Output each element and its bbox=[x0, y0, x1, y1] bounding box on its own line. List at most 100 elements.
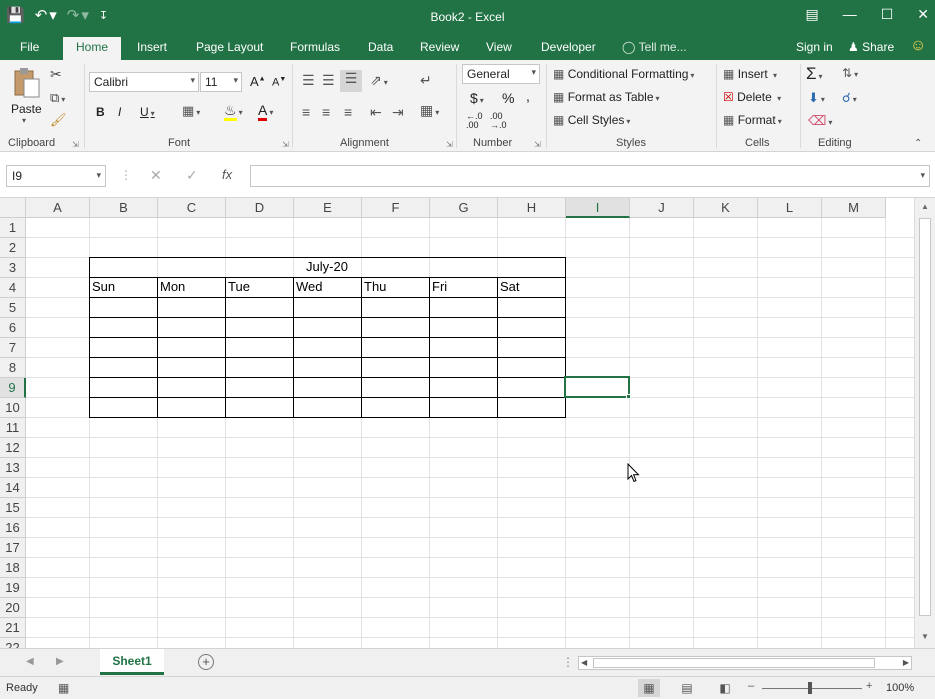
align-right-icon[interactable]: ≡ bbox=[344, 104, 352, 120]
paste-label[interactable]: Paste bbox=[11, 102, 42, 116]
fill-handle[interactable] bbox=[626, 394, 631, 399]
paste-dropdown-icon[interactable]: ▾ bbox=[22, 116, 26, 125]
underline-button[interactable]: U ▾ bbox=[140, 105, 155, 119]
increase-font-size-icon[interactable]: A▲ bbox=[250, 74, 266, 89]
row-header-1[interactable]: 1 bbox=[0, 218, 26, 238]
row-header-4[interactable]: 4 bbox=[0, 278, 26, 298]
row-header-5[interactable]: 5 bbox=[0, 298, 26, 318]
decrease-font-size-icon[interactable]: A▼ bbox=[272, 76, 286, 89]
day-header-sun[interactable]: Sun bbox=[92, 277, 115, 297]
borders-icon[interactable]: ▦ ▾ bbox=[182, 103, 200, 119]
number-launcher-icon[interactable]: ⇲ bbox=[534, 140, 541, 149]
font-launcher-icon[interactable]: ⇲ bbox=[282, 140, 289, 149]
row-header-21[interactable]: 21 bbox=[0, 618, 26, 638]
tab-split-handle[interactable]: ⋮ bbox=[562, 655, 574, 669]
zoom-in-icon[interactable]: + bbox=[866, 680, 872, 692]
column-header-h[interactable]: H bbox=[498, 198, 566, 218]
day-header-mon[interactable]: Mon bbox=[160, 277, 185, 297]
day-header-thu[interactable]: Thu bbox=[364, 277, 386, 297]
tab-review[interactable]: Review bbox=[420, 40, 459, 54]
enter-icon[interactable]: ✓ bbox=[186, 167, 198, 184]
share-button[interactable]: ♟ Share bbox=[848, 40, 894, 54]
increase-decimal-icon[interactable]: ←.0.00 bbox=[466, 112, 483, 130]
tab-view[interactable]: View bbox=[486, 40, 512, 54]
merge-center-icon[interactable]: ▦ ▾ bbox=[420, 102, 439, 119]
scroll-thumb[interactable] bbox=[593, 658, 875, 668]
scroll-right-icon[interactable]: ▶ bbox=[903, 658, 909, 667]
page-break-view-icon[interactable]: ◧ bbox=[714, 679, 736, 697]
day-header-tue[interactable]: Tue bbox=[228, 277, 250, 297]
name-box[interactable]: I9 ▾ bbox=[6, 165, 106, 187]
horizontal-scrollbar[interactable]: ◀ ▶ bbox=[578, 656, 912, 670]
column-header-d[interactable]: D bbox=[226, 198, 294, 218]
expand-formula-bar-icon[interactable]: ▾ bbox=[920, 170, 925, 181]
minimize-icon[interactable]: — bbox=[843, 6, 857, 23]
day-header-wed[interactable]: Wed bbox=[296, 277, 323, 297]
row-header-9[interactable]: 9 bbox=[0, 378, 26, 398]
clipboard-launcher-icon[interactable]: ⇲ bbox=[72, 140, 79, 149]
format-as-table-button[interactable]: ▦ Format as Table ▾ bbox=[553, 90, 660, 104]
column-header-g[interactable]: G bbox=[430, 198, 498, 218]
paste-button[interactable] bbox=[12, 66, 42, 100]
percent-button[interactable]: % bbox=[502, 90, 514, 106]
row-header-6[interactable]: 6 bbox=[0, 318, 26, 338]
tab-formulas[interactable]: Formulas bbox=[290, 40, 340, 54]
normal-view-icon[interactable]: ▦ bbox=[638, 679, 660, 697]
row-header-22[interactable]: 22 bbox=[0, 638, 26, 648]
cell-styles-button[interactable]: ▦ Cell Styles ▾ bbox=[553, 113, 630, 127]
column-header-c[interactable]: C bbox=[158, 198, 226, 218]
row-header-12[interactable]: 12 bbox=[0, 438, 26, 458]
calendar-title[interactable]: July-20 bbox=[89, 257, 565, 277]
insert-function-button[interactable]: fx bbox=[222, 167, 232, 182]
cancel-icon[interactable]: ✕ bbox=[150, 167, 162, 184]
row-header-13[interactable]: 13 bbox=[0, 458, 26, 478]
ribbon-display-options-icon[interactable]: ▤ bbox=[805, 6, 818, 23]
active-cell[interactable] bbox=[564, 376, 630, 398]
page-layout-view-icon[interactable]: ▤ bbox=[676, 679, 698, 697]
font-name-combo[interactable]: Calibri ▾ bbox=[89, 72, 199, 92]
orientation-icon[interactable]: ⇗ ▾ bbox=[370, 72, 388, 89]
column-header-m[interactable]: M bbox=[822, 198, 886, 218]
find-select-icon[interactable]: ☌ ▾ bbox=[842, 90, 857, 106]
row-header-17[interactable]: 17 bbox=[0, 538, 26, 558]
decrease-indent-icon[interactable]: ⇤ bbox=[370, 104, 382, 121]
fill-icon[interactable]: ⬇ ▾ bbox=[808, 90, 825, 106]
format-painter-icon[interactable]: 🖌 bbox=[50, 112, 67, 128]
fill-color-icon[interactable]: ♨ ▾ bbox=[224, 102, 243, 121]
column-header-i[interactable]: I bbox=[566, 198, 630, 218]
column-header-e[interactable]: E bbox=[294, 198, 362, 218]
zoom-level[interactable]: 100% bbox=[886, 682, 914, 694]
delete-cells-button[interactable]: ☒ Delete ▾ bbox=[723, 90, 781, 104]
sign-in-link[interactable]: Sign in bbox=[796, 40, 833, 54]
tab-insert[interactable]: Insert bbox=[137, 40, 167, 54]
vertical-scrollbar[interactable]: ▲ ▼ bbox=[914, 198, 935, 648]
decrease-decimal-icon[interactable]: .00 →.0 bbox=[490, 112, 507, 130]
row-header-10[interactable]: 10 bbox=[0, 398, 26, 418]
increase-indent-icon[interactable]: ⇥ bbox=[392, 104, 404, 121]
close-icon[interactable]: ✕ bbox=[917, 6, 929, 23]
zoom-slider[interactable] bbox=[762, 688, 862, 689]
row-header-20[interactable]: 20 bbox=[0, 598, 26, 618]
scroll-thumb[interactable] bbox=[919, 218, 931, 616]
bold-button[interactable]: B bbox=[96, 105, 105, 119]
tell-me-search[interactable]: ◯ Tell me... bbox=[622, 40, 687, 54]
column-header-b[interactable]: B bbox=[90, 198, 158, 218]
autosum-icon[interactable]: Σ ▾ bbox=[806, 64, 823, 84]
sheet-tab[interactable]: Sheet1 bbox=[100, 649, 164, 675]
bottom-align-icon[interactable]: ☰ bbox=[340, 70, 362, 92]
day-header-fri[interactable]: Fri bbox=[432, 277, 447, 297]
tab-page-layout[interactable]: Page Layout bbox=[196, 40, 263, 54]
alignment-launcher-icon[interactable]: ⇲ bbox=[446, 140, 453, 149]
new-sheet-icon[interactable]: + bbox=[198, 654, 214, 670]
day-header-sat[interactable]: Sat bbox=[500, 277, 520, 297]
clear-icon[interactable]: ⌫ ▾ bbox=[808, 113, 832, 129]
zoom-out-icon[interactable]: – bbox=[748, 680, 754, 692]
column-header-k[interactable]: K bbox=[694, 198, 758, 218]
align-left-icon[interactable]: ≡ bbox=[302, 104, 310, 120]
sort-filter-icon[interactable]: ⇅ ▾ bbox=[842, 66, 858, 80]
column-header-f[interactable]: F bbox=[362, 198, 430, 218]
formula-input[interactable]: ▾ bbox=[250, 165, 930, 187]
next-sheet-icon[interactable]: ▶ bbox=[56, 656, 64, 667]
collapse-ribbon-icon[interactable]: ⌃ bbox=[914, 138, 922, 149]
tab-home[interactable]: Home bbox=[63, 37, 122, 60]
